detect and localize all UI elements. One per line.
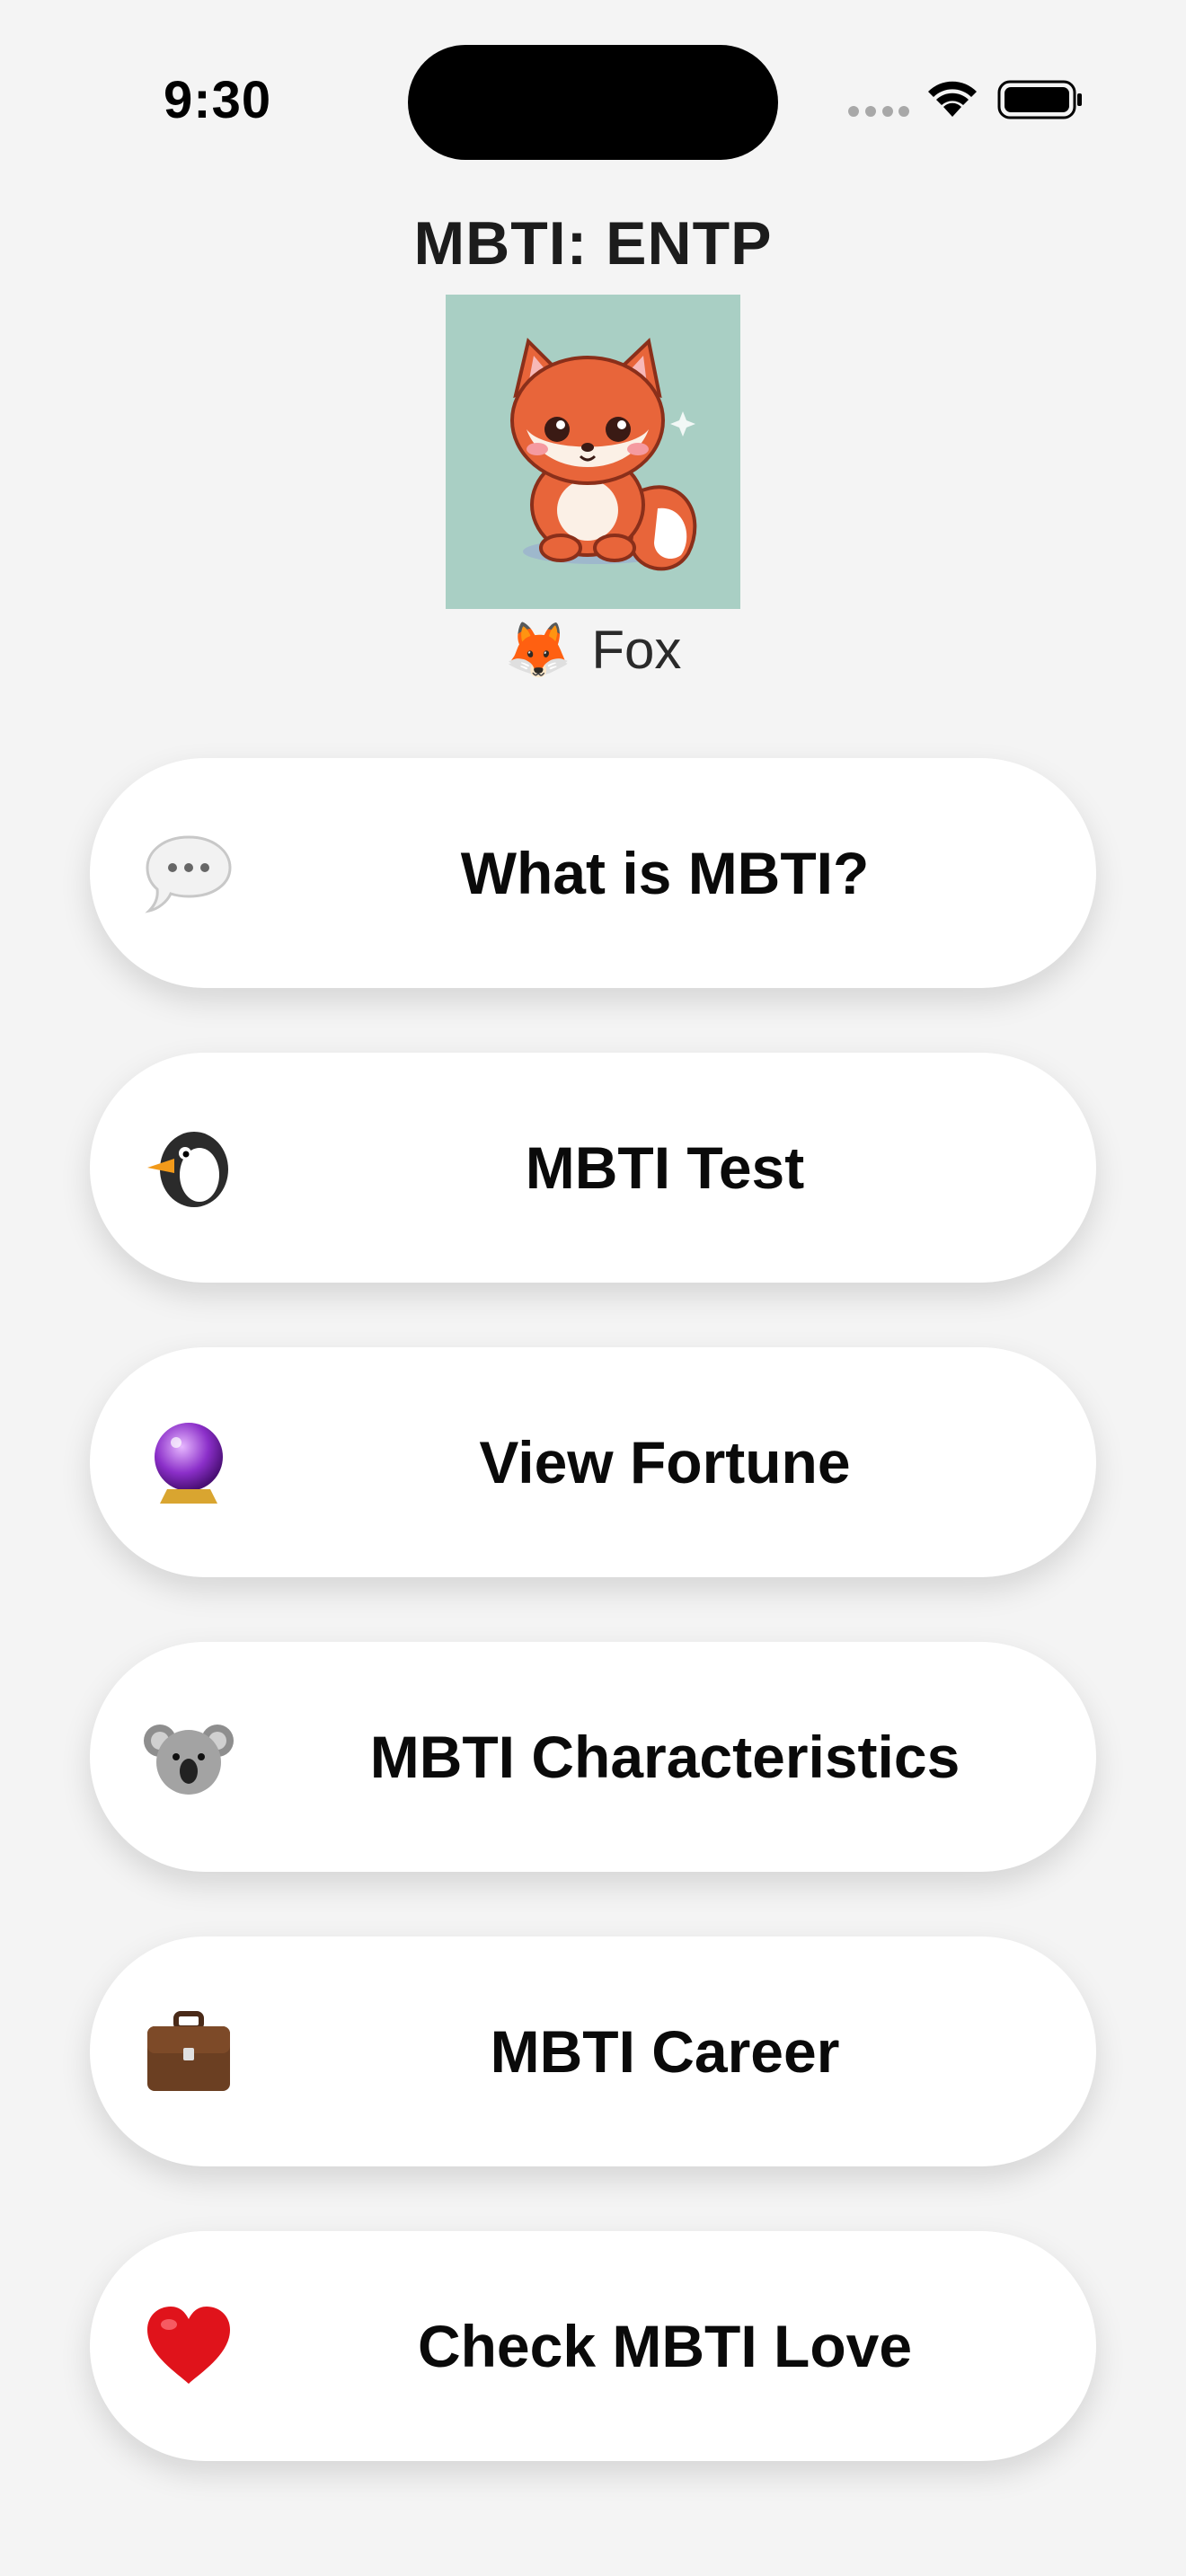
dynamic-island bbox=[408, 45, 778, 160]
cellular-signal-icon bbox=[848, 106, 909, 120]
briefcase-icon bbox=[147, 2011, 230, 2091]
what-is-mbti-label: What is MBTI? bbox=[460, 840, 870, 906]
what-is-mbti-button[interactable]: What is MBTI? bbox=[90, 758, 1096, 988]
mbti-characteristics-label: MBTI Characteristics bbox=[369, 1724, 960, 1790]
crystal-ball-icon bbox=[155, 1423, 223, 1504]
page-title: MBTI: ENTP bbox=[413, 209, 773, 278]
view-fortune-button[interactable]: View Fortune bbox=[90, 1347, 1096, 1577]
mbti-test-label: MBTI Test bbox=[525, 1134, 805, 1201]
wifi-icon bbox=[928, 81, 977, 117]
mbti-career-label: MBTI Career bbox=[490, 2018, 840, 2085]
mbti-career-button[interactable]: MBTI Career bbox=[90, 1936, 1096, 2166]
battery-icon bbox=[997, 80, 1082, 119]
fox-avatar-image bbox=[446, 295, 740, 609]
mbti-characteristics-button[interactable]: MBTI Characteristics bbox=[90, 1642, 1096, 1872]
fox-emoji-icon: 🦊 bbox=[504, 620, 572, 680]
animal-label: 🦊 Fox bbox=[0, 618, 1186, 682]
mbti-test-button[interactable]: MBTI Test bbox=[90, 1053, 1096, 1283]
check-mbti-love-button[interactable]: Check MBTI Love bbox=[90, 2231, 1096, 2461]
status-time: 9:30 bbox=[164, 71, 272, 129]
penguin-icon bbox=[147, 1132, 228, 1207]
animal-name: Fox bbox=[591, 620, 682, 680]
heart-icon bbox=[147, 2307, 230, 2384]
view-fortune-label: View Fortune bbox=[479, 1429, 851, 1495]
check-mbti-love-label: Check MBTI Love bbox=[417, 2313, 913, 2379]
koala-icon bbox=[144, 1725, 234, 1795]
speech-bubble-icon bbox=[145, 835, 232, 913]
fox-illustration-icon bbox=[510, 338, 697, 571]
status-bar: 9:30 bbox=[0, 0, 1186, 180]
